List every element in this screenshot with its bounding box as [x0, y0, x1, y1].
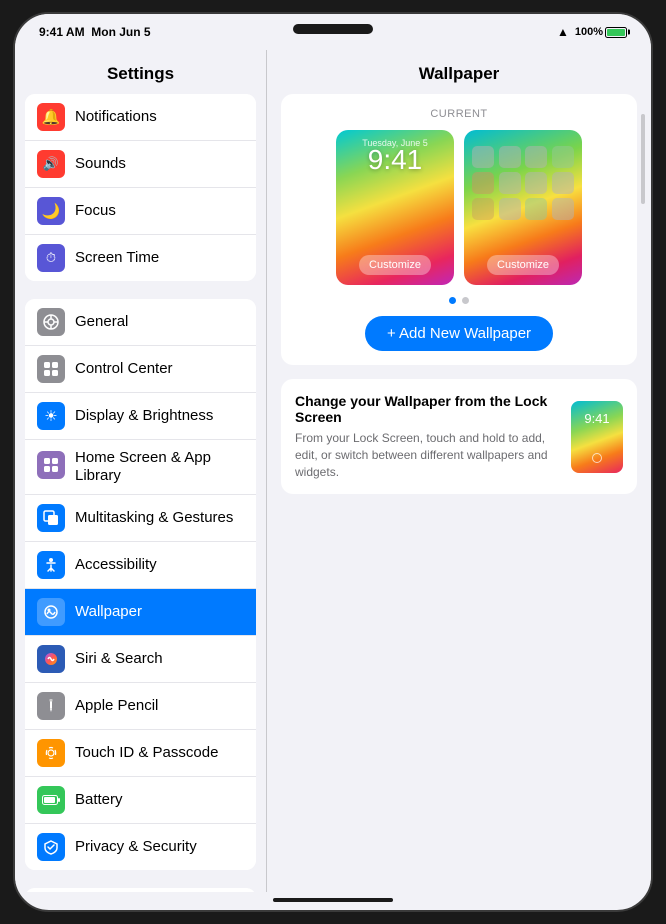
- sidebar-item-applepencil[interactable]: Apple Pencil: [25, 683, 256, 730]
- lock-screen-tip: Change your Wallpaper from the Lock Scre…: [281, 379, 637, 494]
- siri-icon: [37, 645, 65, 673]
- wifi-icon: ▲: [557, 25, 569, 39]
- wallpaper-label: Wallpaper: [75, 603, 142, 621]
- sidebar-item-battery[interactable]: Battery: [25, 777, 256, 824]
- status-bar: 9:41 AM Mon Jun 5 ▲ 100%: [15, 14, 651, 50]
- page-dot-1: [449, 297, 456, 304]
- page-dots: [295, 297, 623, 304]
- wallpaper-previews: Tuesday, June 5 9:41 Customize: [295, 130, 623, 285]
- focus-label: Focus: [75, 202, 116, 220]
- tip-preview-time: 9:41: [571, 411, 623, 426]
- sidebar-title: Settings: [15, 50, 266, 94]
- sounds-label: Sounds: [75, 155, 126, 173]
- tip-description: From your Lock Screen, touch and hold to…: [295, 430, 557, 480]
- applepencil-label: Apple Pencil: [75, 697, 158, 715]
- battery-indicator: 100%: [575, 26, 627, 38]
- battery-icon-sidebar: [37, 786, 65, 814]
- sidebar-item-touchid[interactable]: Touch ID & Passcode: [25, 730, 256, 777]
- sidebar-item-wallpaper[interactable]: Wallpaper: [25, 589, 256, 636]
- page-dot-2: [462, 297, 469, 304]
- controlcenter-label: Control Center: [75, 360, 173, 378]
- lockscreen-customize-btn[interactable]: Customize: [359, 255, 431, 275]
- wp-time: 9:41: [336, 144, 454, 176]
- sidebar-item-siri[interactable]: Siri & Search: [25, 636, 256, 683]
- status-time: 9:41 AM Mon Jun 5: [39, 25, 151, 39]
- add-wallpaper-btn[interactable]: + Add New Wallpaper: [365, 316, 553, 351]
- sidebar-item-screentime[interactable]: ⏱ Screen Time: [25, 235, 256, 281]
- battery-percentage: 100%: [575, 26, 603, 38]
- wallpaper-icon: [37, 598, 65, 626]
- homescreen-customize-btn[interactable]: Customize: [487, 255, 559, 275]
- controlcenter-icon: [37, 355, 65, 383]
- tip-title: Change your Wallpaper from the Lock Scre…: [295, 393, 557, 425]
- battery-icon: [605, 27, 627, 38]
- sidebar-item-accessibility[interactable]: Accessibility: [25, 542, 256, 589]
- tip-text-block: Change your Wallpaper from the Lock Scre…: [295, 393, 557, 480]
- battery-label: Battery: [75, 791, 123, 809]
- front-camera: [293, 24, 373, 34]
- homescreen-label: Home Screen & App Library: [75, 449, 244, 485]
- accessibility-label: Accessibility: [75, 556, 157, 574]
- focus-icon: 🌙: [37, 197, 65, 225]
- sidebar-item-sounds[interactable]: 🔊 Sounds: [25, 141, 256, 188]
- status-indicators: ▲ 100%: [557, 25, 627, 39]
- multitasking-label: Multitasking & Gestures: [75, 509, 233, 527]
- ipad-device: 9:41 AM Mon Jun 5 ▲ 100% Settings 🔔 Noti…: [13, 12, 653, 912]
- wallpaper-card: CURRENT Tuesday, June 5 9:41 Customize: [281, 94, 637, 365]
- touchid-label: Touch ID & Passcode: [75, 744, 218, 762]
- sidebar-group-2: General Control Center ☀ D: [25, 299, 256, 870]
- current-label: CURRENT: [295, 108, 623, 120]
- lockscreen-preview[interactable]: Tuesday, June 5 9:41 Customize: [336, 130, 454, 285]
- sidebar-item-homescreen[interactable]: Home Screen & App Library: [25, 440, 256, 495]
- tip-preview: 9:41: [571, 401, 623, 473]
- scrollbar-track: [641, 94, 645, 890]
- notifications-label: Notifications: [75, 108, 157, 126]
- main-content: Wallpaper CURRENT Tuesday, June 5 9:41 C…: [267, 50, 651, 892]
- sounds-icon: 🔊: [37, 150, 65, 178]
- general-label: General: [75, 313, 128, 331]
- sidebar-item-multitasking[interactable]: Multitasking & Gestures: [25, 495, 256, 542]
- sidebar: Settings 🔔 Notifications 🔊 Sounds 🌙 Focu…: [15, 50, 267, 892]
- homescreen-preview[interactable]: Customize: [464, 130, 582, 285]
- sidebar-item-controlcenter[interactable]: Control Center: [25, 346, 256, 393]
- touchid-icon: [37, 739, 65, 767]
- applepencil-icon: [37, 692, 65, 720]
- screentime-icon: ⏱: [37, 244, 65, 272]
- homescreen-icon: [37, 451, 65, 479]
- tip-preview-dot: [592, 453, 602, 463]
- sidebar-item-display[interactable]: ☀ Display & Brightness: [25, 393, 256, 440]
- sidebar-group-1: 🔔 Notifications 🔊 Sounds 🌙 Focus ⏱ Scree…: [25, 94, 256, 281]
- screentime-label: Screen Time: [75, 249, 159, 267]
- sidebar-item-notifications[interactable]: 🔔 Notifications: [25, 94, 256, 141]
- battery-fill: [607, 29, 625, 36]
- main-title: Wallpaper: [267, 50, 651, 94]
- sidebar-item-appstore[interactable]: App Store: [25, 888, 256, 892]
- siri-label: Siri & Search: [75, 650, 163, 668]
- multitasking-icon: [37, 504, 65, 532]
- sidebar-item-focus[interactable]: 🌙 Focus: [25, 188, 256, 235]
- general-icon: [37, 308, 65, 336]
- privacy-label: Privacy & Security: [75, 838, 197, 856]
- sidebar-item-general[interactable]: General: [25, 299, 256, 346]
- content-area: Settings 🔔 Notifications 🔊 Sounds 🌙 Focu…: [15, 50, 651, 892]
- accessibility-icon: [37, 551, 65, 579]
- sidebar-item-privacy[interactable]: Privacy & Security: [25, 824, 256, 870]
- scrollbar-thumb: [641, 114, 645, 204]
- sidebar-group-3: App Store Wallet & Apple Pay: [25, 888, 256, 892]
- notifications-icon: 🔔: [37, 103, 65, 131]
- home-indicator[interactable]: [273, 898, 393, 902]
- display-icon: ☀: [37, 402, 65, 430]
- display-label: Display & Brightness: [75, 407, 213, 425]
- privacy-icon: [37, 833, 65, 861]
